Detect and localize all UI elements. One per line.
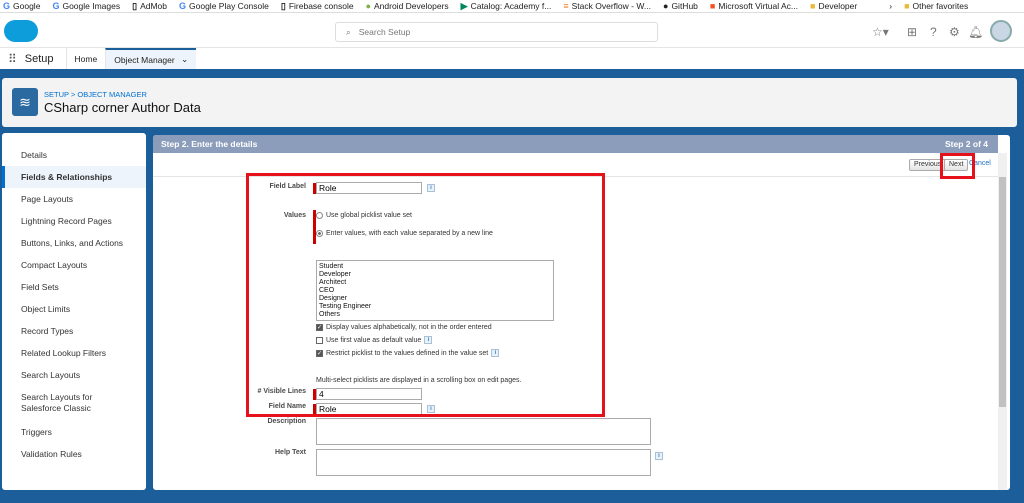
tab-home[interactable]: Home [65,47,106,70]
chevron-down-icon[interactable]: ⌄ [181,54,188,65]
avatar[interactable] [990,20,1012,42]
scrollbar[interactable] [998,153,1007,490]
sidebar-item-record-types[interactable]: Record Types [2,320,146,342]
sidebar-item-page-layouts[interactable]: Page Layouts [2,188,146,210]
sidebar: Details Fields & Relationships Page Layo… [2,133,146,490]
bookmark[interactable]: G Google [3,1,40,11]
tab-object-manager[interactable]: Object Manager ⌄ [105,47,197,70]
sidebar-item-validation-rules[interactable]: Validation Rules [2,443,146,465]
salesforce-logo[interactable] [4,20,38,42]
sidebar-item-details[interactable]: Details [2,144,146,166]
sidebar-item-search-layouts-classic[interactable]: Search Layouts for Salesforce Classic [2,388,132,418]
info-icon[interactable]: i [655,452,663,460]
search-icon: ⌕ [346,26,351,37]
help-text-textarea[interactable] [316,449,651,476]
step-header: Step 2. Enter the details Step 2 of 4 [153,135,998,153]
help-text-label: Help Text [275,449,306,456]
bookmark[interactable]: ■ Microsoft Virtual Ac... [710,1,798,11]
sidebar-item-triggers[interactable]: Triggers [2,421,146,443]
layers-icon: ≋ [12,88,38,116]
step-progress: Step 2 of 4 [945,139,988,149]
favorites-star-icon[interactable]: ☆▾ [872,25,889,39]
sidebar-item-lightning-record-pages[interactable]: Lightning Record Pages [2,210,146,232]
bookmark[interactable]: ● GitHub [663,1,698,11]
app-launcher-icon[interactable]: ⠿ [0,52,25,66]
add-icon[interactable]: ⊞ [907,25,917,39]
chevron-right-icon[interactable]: › [889,1,892,11]
bookmark[interactable]: ▯ Firebase console [281,1,354,12]
help-icon[interactable]: ? [930,25,937,39]
bookmark[interactable]: ▶ Catalog: Academy f... [461,1,552,12]
app-nav: ⠿ Setup Home Object Manager ⌄ [0,47,1024,70]
gear-icon[interactable]: ⚙ [949,25,960,39]
step-title: Step 2. Enter the details [161,139,258,149]
description-label: Description [267,418,306,425]
bookmark[interactable]: G Google Images [52,1,120,11]
annotation-highlight-form [246,173,605,417]
sidebar-item-related-lookup-filters[interactable]: Related Lookup Filters [2,342,146,364]
object-header: ≋ SETUP > OBJECT MANAGER CSharp corner A… [2,78,1017,127]
breadcrumb[interactable]: SETUP > OBJECT MANAGER [44,90,147,99]
scrollbar-thumb[interactable] [999,177,1006,407]
app-name: Setup [24,52,54,65]
bookmark-folder[interactable]: ■ Developer [810,1,857,11]
sidebar-item-search-layouts[interactable]: Search Layouts [2,364,146,386]
search-input[interactable]: ⌕ Search Setup [335,22,658,42]
annotation-highlight-next [940,153,975,179]
bookmark[interactable]: G Google Play Console [179,1,269,11]
sidebar-item-field-sets[interactable]: Field Sets [2,276,146,298]
sidebar-item-compact-layouts[interactable]: Compact Layouts [2,254,146,276]
bookmarks-bar: G Google G Google Images ▯ AdMob G Google Pl… [0,0,1024,13]
bookmark-folder[interactable]: ■ Other favorites [904,1,968,11]
sidebar-item-buttons-links-actions[interactable]: Buttons, Links, and Actions [2,232,146,254]
bookmark[interactable]: ≡ Stack Overflow - W... [563,1,651,11]
bookmark[interactable]: ▯ AdMob [132,1,167,12]
bookmark[interactable]: ● Android Developers [366,1,449,11]
sidebar-item-object-limits[interactable]: Object Limits [2,298,146,320]
page-title: CSharp corner Author Data [44,100,201,115]
bell-icon[interactable]: 🔔︎ [968,25,983,39]
global-header: ⌕ Search Setup ☆▾ ⊞ ? ⚙ 🔔︎ [0,14,1024,47]
description-textarea[interactable] [316,418,651,445]
sidebar-item-fields-relationships[interactable]: Fields & Relationships [2,166,146,188]
